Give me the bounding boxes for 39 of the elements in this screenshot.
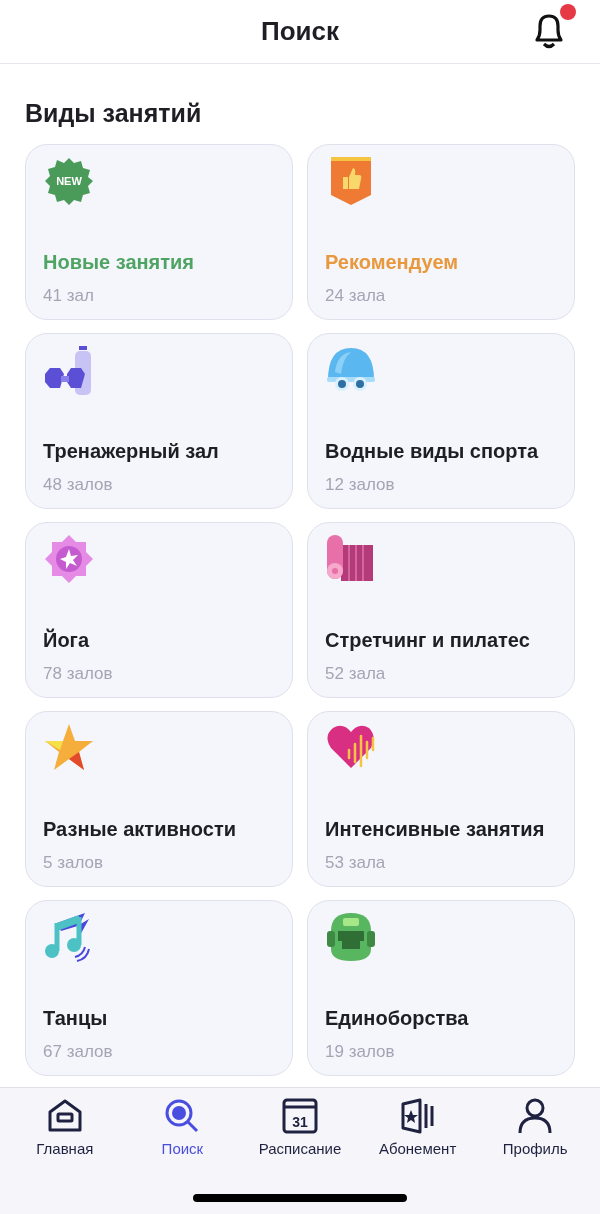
nav-tab[interactable]: 31 Расписание — [244, 1096, 356, 1158]
category-card[interactable]: Стретчинг и пилатес 52 зала — [307, 522, 575, 698]
lotus-flower-icon — [43, 533, 95, 585]
gym-count: 52 зала — [325, 663, 387, 685]
category-title: Интенсивные занятия — [325, 817, 546, 842]
gym-count: 12 залов — [325, 474, 396, 496]
section-title: Виды занятий — [25, 98, 203, 128]
gym-count: 78 залов — [43, 663, 114, 685]
category-title: Новые занятия — [43, 250, 196, 275]
new-badge-icon: NEW — [43, 155, 95, 207]
category-title: Разные активности — [43, 817, 237, 842]
category-title: Танцы — [43, 1006, 109, 1031]
category-card[interactable]: Разные активности 5 залов — [25, 711, 293, 887]
screen-title: Поиск — [261, 15, 339, 48]
gym-count: 5 залов — [43, 852, 105, 874]
gym-count: 24 зала — [325, 285, 387, 307]
category-card[interactable]: Танцы 67 залов — [25, 900, 293, 1076]
category-card[interactable]: Йога 78 залов — [25, 522, 293, 698]
category-title: Рекомендуем — [325, 250, 460, 275]
calendar-icon: 31 — [280, 1096, 320, 1136]
gym-count: 48 залов — [43, 474, 114, 496]
boxing-helmet-icon — [325, 911, 377, 963]
category-card[interactable]: Интенсивные занятия 53 зала — [307, 711, 575, 887]
nav-tab[interactable]: Главная — [8, 1096, 121, 1158]
category-title: Тренажерный зал — [43, 439, 220, 464]
gym-count: 67 залов — [43, 1041, 114, 1063]
gym-count: 41 зал — [43, 285, 95, 307]
category-card[interactable]: Тренажерный зал 48 залов — [25, 333, 293, 509]
category-title: Единоборства — [325, 1006, 470, 1031]
nav-tab[interactable]: Поиск — [126, 1096, 239, 1158]
category-card[interactable]: Водные виды спорта 12 залов — [307, 333, 575, 509]
nav-tab[interactable]: Профиль — [479, 1096, 592, 1158]
gym-count: 19 залов — [325, 1041, 396, 1063]
category-title: Стретчинг и пилатес — [325, 628, 531, 653]
gym-count: 53 зала — [325, 852, 387, 874]
nav-tab[interactable]: Абонемент — [361, 1096, 474, 1158]
category-card[interactable]: Единоборства 19 залов — [307, 900, 575, 1076]
category-title: Водные виды спорта — [325, 439, 540, 464]
category-title: Йога — [43, 627, 91, 653]
